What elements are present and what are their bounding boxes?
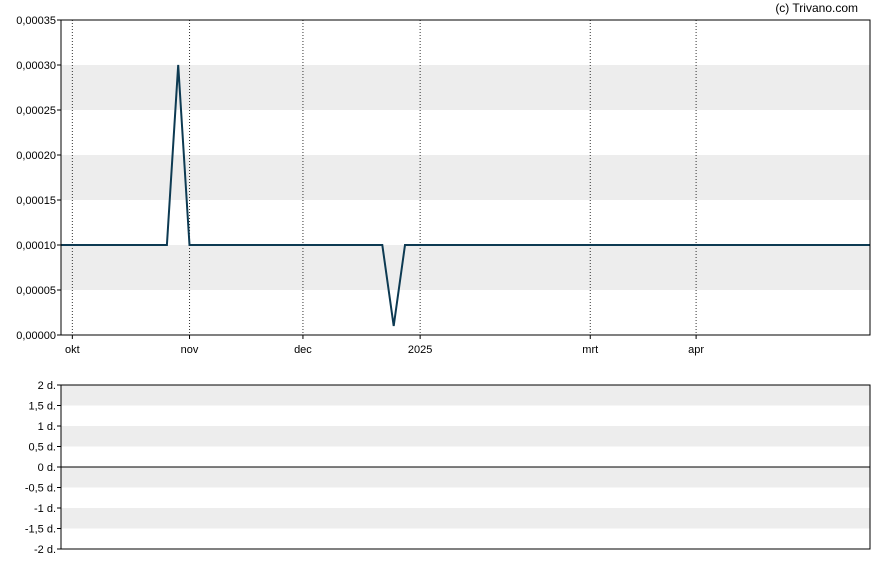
grid-band — [61, 467, 870, 488]
y-tick-label: -1 d. — [34, 503, 56, 515]
grid-band — [61, 245, 870, 290]
grid-band — [61, 155, 870, 200]
price-chart: okt nov dec 2025 mrt apr 0,00000 0,00005 0,00010… — [16, 15, 871, 556]
x-tick-label: mrt — [582, 344, 598, 356]
y-tick-label: 0,00000 — [16, 330, 56, 342]
y-tick-label: 0,00005 — [16, 285, 56, 297]
y-tick-label: 0,00035 — [16, 15, 56, 27]
copyright-label: (c) Trivano.com — [775, 1, 858, 15]
grid-band — [61, 385, 870, 406]
y-tick-label: 0,5 d. — [28, 442, 56, 454]
x-tick-label: nov — [181, 344, 199, 356]
x-tick-label: okt — [65, 344, 80, 356]
grid-band — [61, 426, 870, 447]
grid-band — [61, 508, 870, 529]
x-tick-label: apr — [688, 344, 704, 356]
x-tick-label: dec — [294, 344, 312, 356]
y-tick-label: 0 d. — [38, 462, 56, 474]
y-tick-label: 1,5 d. — [28, 401, 56, 413]
chart-stage: (c) Trivano.com okt nov dec 2025 mrt apr 0,000… — [0, 0, 888, 565]
y-tick-label: 1 d. — [38, 421, 56, 433]
y-tick-label: -0,5 d. — [25, 483, 56, 495]
y-tick-label: 0,00025 — [16, 105, 56, 117]
y-tick-label: 0,00020 — [16, 150, 56, 162]
y-tick-label: 0,00010 — [16, 240, 56, 252]
y-tick-label: 0,00030 — [16, 60, 56, 72]
grid-band — [61, 65, 870, 110]
y-tick-label: -2 d. — [34, 544, 56, 556]
y-tick-label: 0,00015 — [16, 195, 56, 207]
y-tick-label: -1,5 d. — [25, 524, 56, 536]
y-tick-label: 2 d. — [38, 380, 56, 392]
x-tick-label: 2025 — [408, 344, 432, 356]
